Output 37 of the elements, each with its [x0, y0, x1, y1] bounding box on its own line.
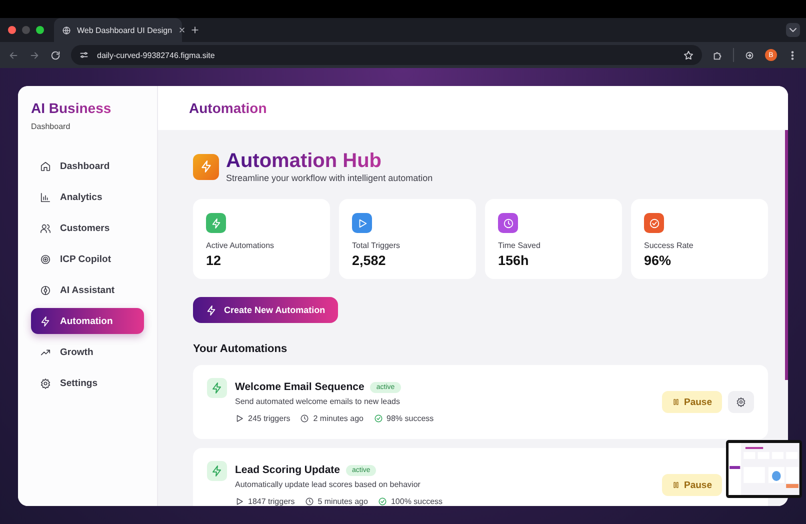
page-title: Automation [189, 100, 267, 116]
automation-name: Welcome Email Sequence [235, 381, 364, 393]
sidebar-item[interactable]: Automation [31, 308, 144, 334]
stat-value: 12 [206, 253, 222, 268]
sidebar-item[interactable]: Settings [31, 370, 144, 396]
stat-label: Total Triggers [352, 241, 402, 250]
automation-description: Automatically update lead scores based on behavior [235, 480, 422, 489]
section-title: Your Automations [193, 343, 288, 355]
browser-tab[interactable]: Web Dashboard UI Design [54, 18, 182, 42]
sidebar-item[interactable]: Growth [31, 339, 144, 365]
sidebar-item[interactable]: Dashboard [31, 153, 144, 179]
sidebar-item[interactable]: Customers [31, 215, 144, 241]
brand-title: AI Business [31, 100, 112, 116]
success-rate: 100% success [390, 497, 443, 506]
pause-button[interactable]: Pause [662, 391, 722, 413]
success-rate: 98% success [386, 414, 434, 423]
hub-subtitle: Streamline your workflow with intelligent automation [226, 173, 433, 183]
sidebar-item[interactable]: AI Assistant [31, 277, 144, 303]
stat-label: Time Saved [498, 241, 542, 250]
address-field[interactable]: daily-curved-99382746.figma.site [71, 45, 702, 65]
create-automation-button[interactable]: Create New Automation [193, 297, 338, 323]
stat-value: 96% [644, 253, 672, 268]
tab-title: Web Dashboard UI Design [77, 26, 172, 34]
trigger-count: 245 triggers [248, 414, 290, 423]
stat-value: 156h [498, 253, 530, 268]
automation-name: Lead Scoring Update [235, 464, 340, 476]
sidebar-item[interactable]: Analytics [31, 184, 144, 210]
last-run-time: 5 minutes ago [318, 497, 368, 506]
automation-description: Send automated welcome emails to new leads [235, 397, 401, 406]
brand-subtitle: Dashboard [31, 122, 72, 131]
sidebar-item[interactable]: ICP Copilot [31, 246, 144, 272]
pause-button[interactable]: Pause [662, 474, 722, 496]
last-run-time: 2 minutes ago [313, 414, 364, 423]
stat-label: Active Automations [206, 241, 276, 250]
trigger-count: 1847 triggers [248, 497, 295, 506]
stat-value: 2,582 [352, 253, 387, 268]
stat-label: Success Rate [644, 241, 694, 250]
